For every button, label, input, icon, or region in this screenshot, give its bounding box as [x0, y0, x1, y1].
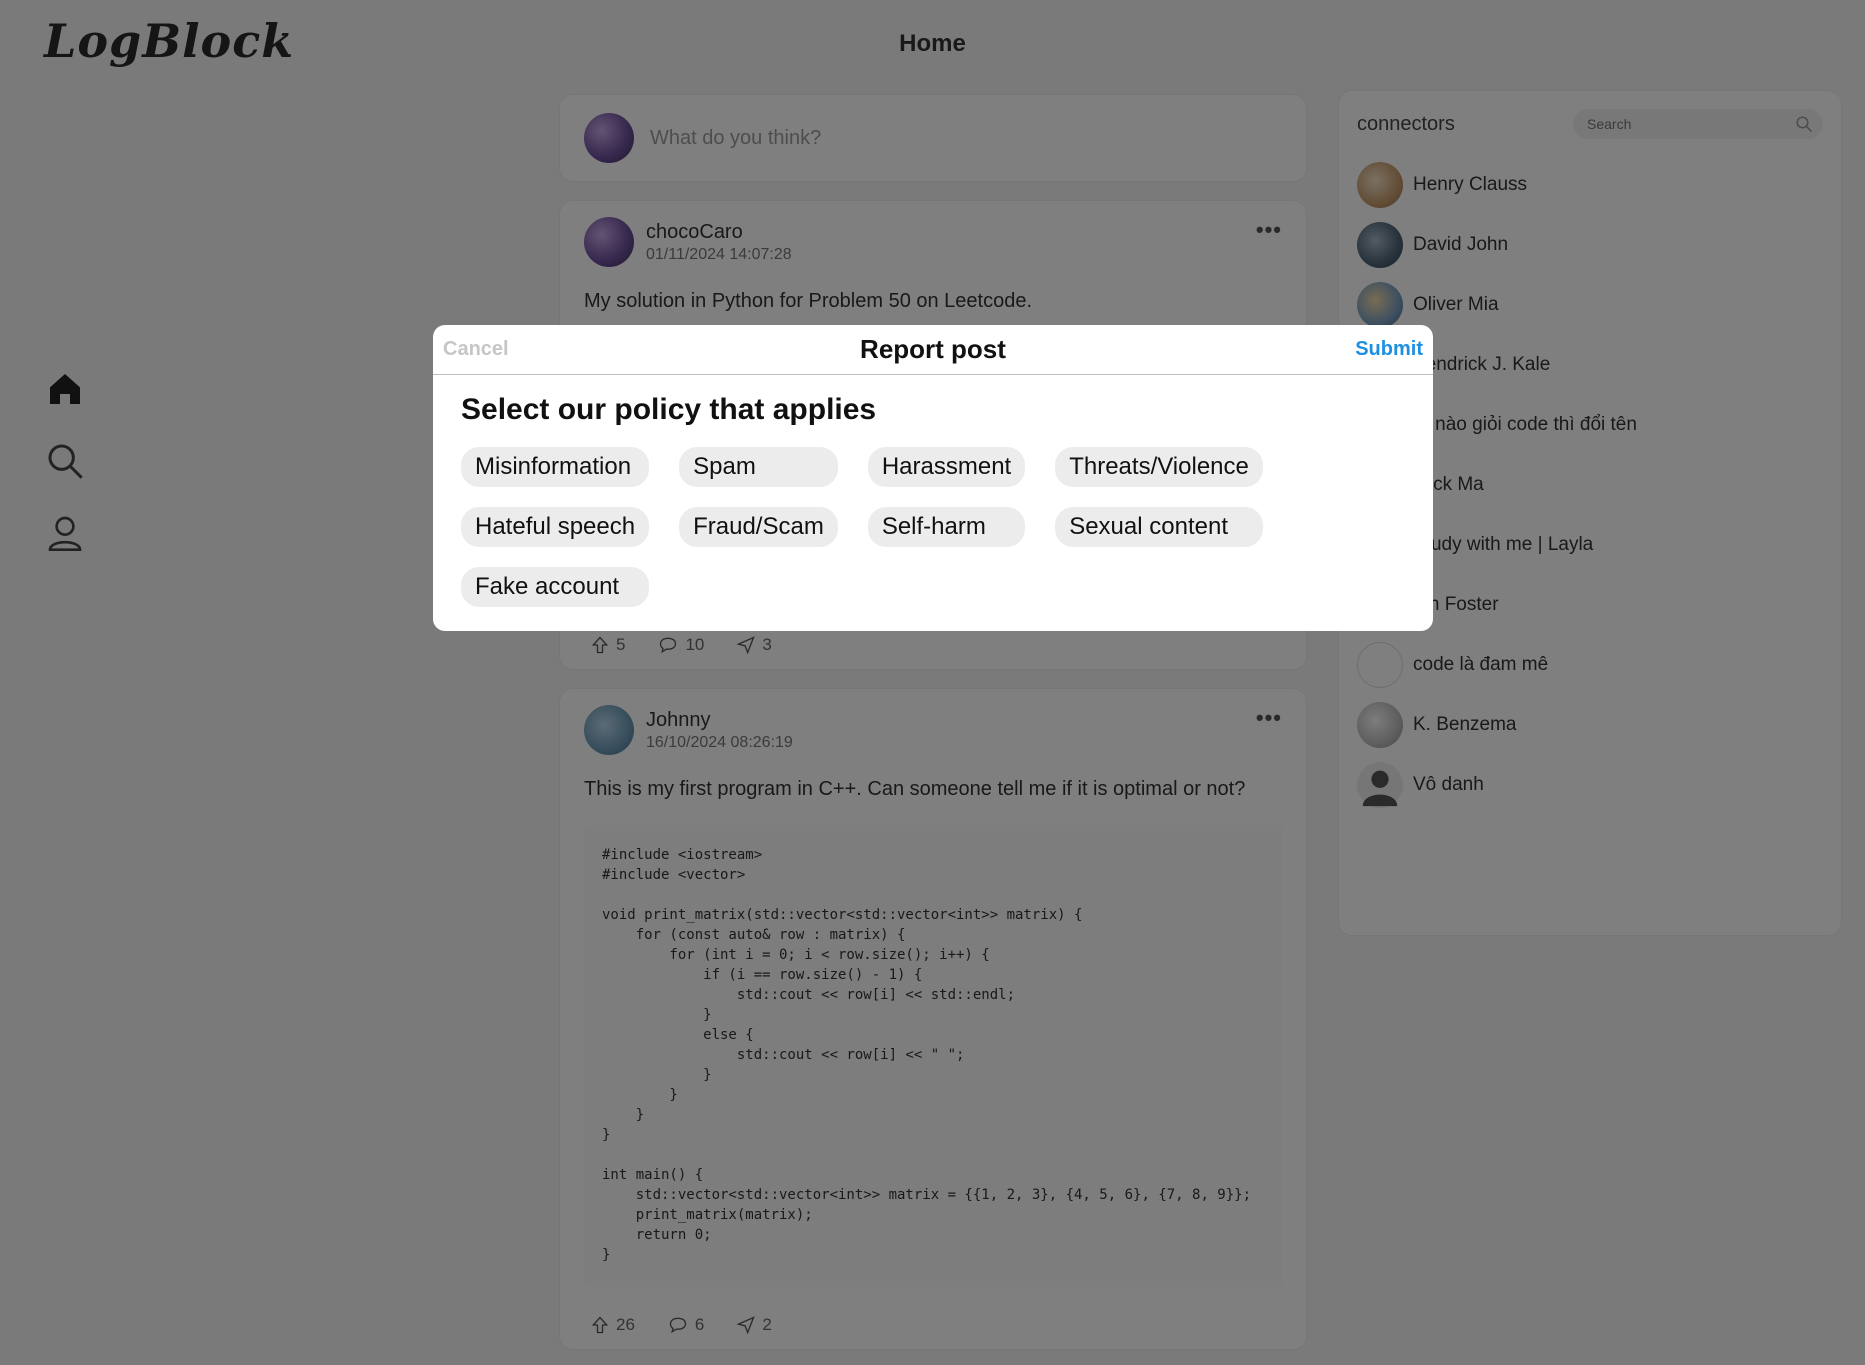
report-post-modal: Cancel Report post Submit Select our pol…: [433, 325, 1433, 631]
policy-option-fraud-scam[interactable]: Fraud/Scam: [679, 507, 838, 547]
policy-option-hateful-speech[interactable]: Hateful speech: [461, 507, 650, 547]
policy-option-harassment[interactable]: Harassment: [867, 447, 1026, 487]
modal-body: Select our policy that applies Misinform…: [433, 375, 1433, 625]
submit-button[interactable]: Submit: [1355, 338, 1423, 361]
policy-option-spam[interactable]: Spam: [679, 447, 838, 487]
modal-backdrop[interactable]: [0, 0, 1865, 1365]
policy-options: Misinformation Spam Harassment Threats/V…: [461, 447, 1405, 607]
modal-subtitle: Select our policy that applies: [461, 393, 877, 426]
policy-option-misinformation[interactable]: Misinformation: [461, 447, 650, 487]
cancel-button[interactable]: Cancel: [443, 338, 509, 361]
policy-option-sexual-content[interactable]: Sexual content: [1055, 507, 1263, 547]
modal-header: Cancel Report post Submit: [433, 325, 1433, 375]
policy-option-threats-violence[interactable]: Threats/Violence: [1055, 447, 1263, 487]
policy-option-self-harm[interactable]: Self-harm: [867, 507, 1026, 547]
policy-option-fake-account[interactable]: Fake account: [461, 567, 650, 607]
modal-title: Report post: [860, 334, 1006, 364]
